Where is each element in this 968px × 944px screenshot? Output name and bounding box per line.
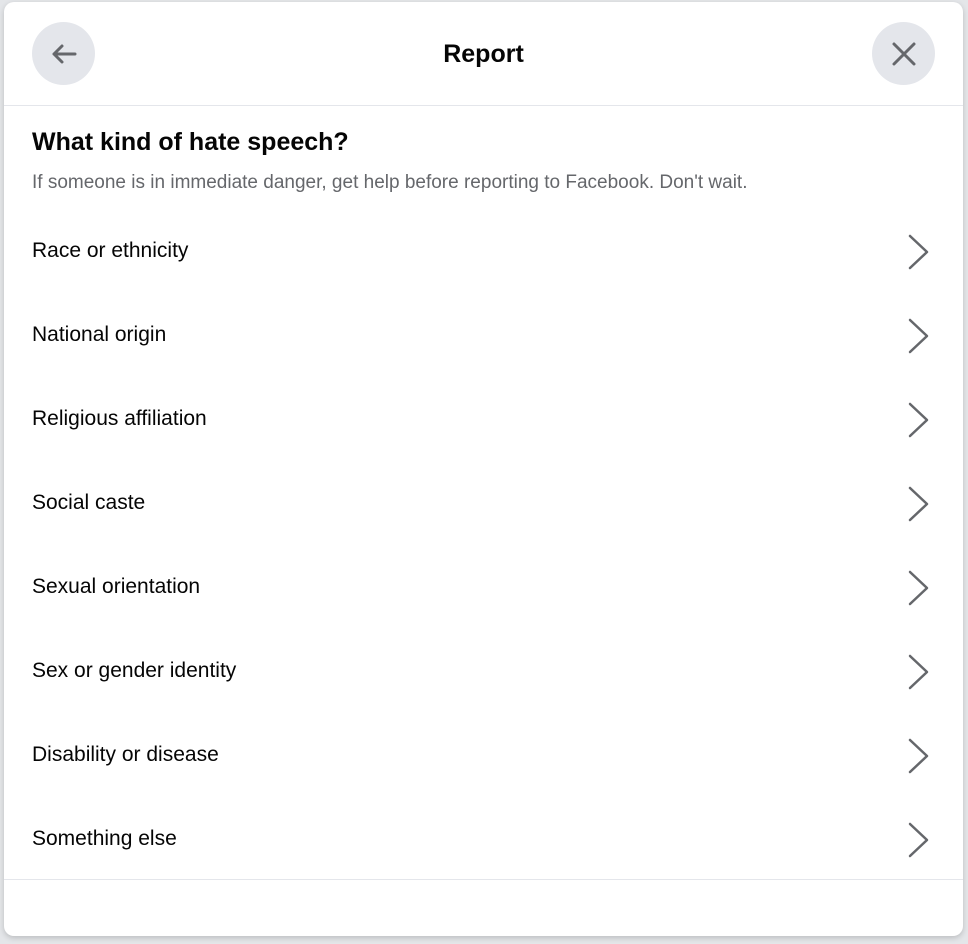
dialog-header: Report bbox=[4, 2, 963, 106]
dialog-title: Report bbox=[443, 40, 524, 68]
option-label: Sex or gender identity bbox=[32, 659, 237, 682]
option-social-caste[interactable]: Social caste bbox=[4, 462, 963, 546]
chevron-right-icon bbox=[905, 316, 933, 356]
option-disability-or-disease[interactable]: Disability or disease bbox=[4, 714, 963, 798]
option-national-origin[interactable]: National origin bbox=[4, 294, 963, 378]
chevron-right-icon bbox=[905, 484, 933, 524]
footer-divider bbox=[4, 879, 963, 880]
chevron-right-icon bbox=[905, 400, 933, 440]
option-something-else[interactable]: Something else bbox=[4, 798, 963, 882]
option-label: National origin bbox=[32, 323, 167, 346]
report-dialog: Report What kind of hate speech? If some… bbox=[4, 2, 963, 936]
chevron-right-icon bbox=[905, 736, 933, 776]
option-religious-affiliation[interactable]: Religious affiliation bbox=[4, 378, 963, 462]
danger-hint: If someone is in immediate danger, get h… bbox=[32, 172, 748, 193]
question-heading: What kind of hate speech? bbox=[32, 128, 349, 156]
option-label: Something else bbox=[32, 827, 177, 850]
option-label: Religious affiliation bbox=[32, 407, 207, 430]
option-race-or-ethnicity[interactable]: Race or ethnicity bbox=[4, 210, 963, 294]
close-icon bbox=[890, 40, 918, 68]
close-button[interactable] bbox=[872, 22, 935, 85]
chevron-right-icon bbox=[905, 232, 933, 272]
option-sexual-orientation[interactable]: Sexual orientation bbox=[4, 546, 963, 630]
chevron-right-icon bbox=[905, 568, 933, 608]
options-list: Race or ethnicity National origin Religi… bbox=[4, 210, 963, 882]
chevron-right-icon bbox=[905, 652, 933, 692]
option-label: Sexual orientation bbox=[32, 575, 201, 598]
option-sex-or-gender-identity[interactable]: Sex or gender identity bbox=[4, 630, 963, 714]
option-label: Disability or disease bbox=[32, 743, 219, 766]
option-label: Race or ethnicity bbox=[32, 239, 189, 262]
option-label: Social caste bbox=[32, 491, 146, 514]
chevron-right-icon bbox=[905, 820, 933, 860]
